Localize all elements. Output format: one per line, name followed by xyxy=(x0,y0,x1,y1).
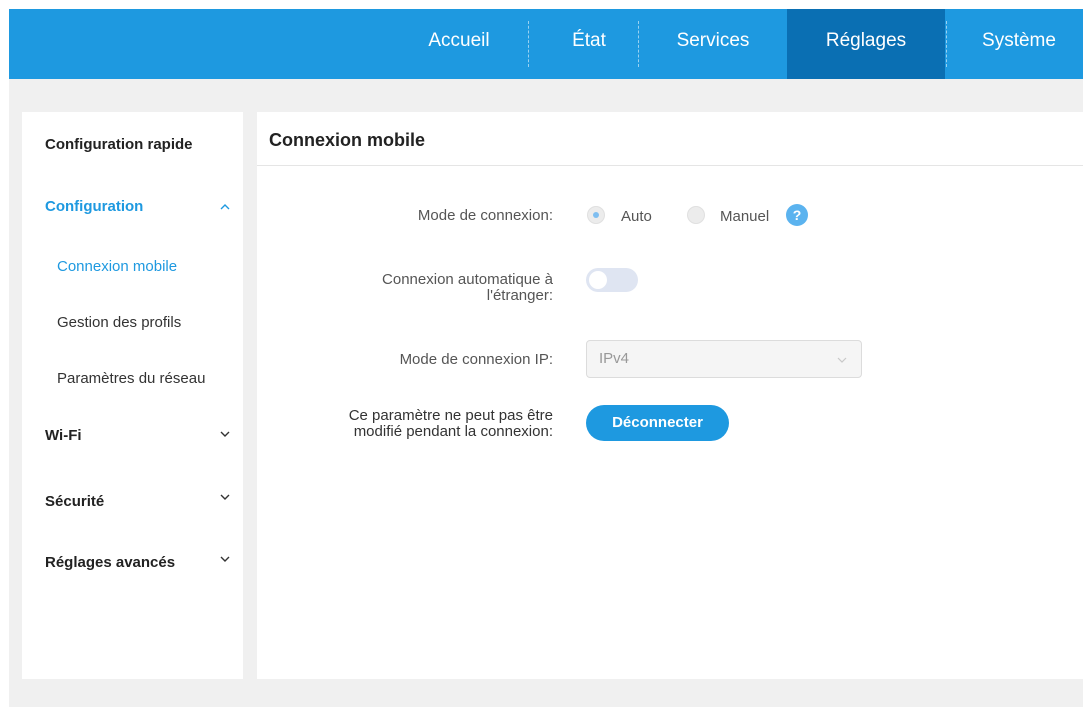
sidebar-item-configuration[interactable]: Configuration xyxy=(45,198,143,215)
sidebar-item-securite[interactable]: Sécurité xyxy=(45,493,104,510)
top-nav: Accueil État Services Réglages Système xyxy=(9,9,1083,79)
nav-separator xyxy=(528,21,529,67)
nav-etat[interactable]: État xyxy=(539,9,639,79)
sidebar-item-connexion-mobile[interactable]: Connexion mobile xyxy=(57,258,177,275)
notice-label: Ce paramètre ne peut pas être modifié pe… xyxy=(349,408,553,440)
chevron-down-icon[interactable] xyxy=(220,429,230,439)
ip-mode-value: IPv4 xyxy=(599,350,630,367)
roaming-label-line1: Connexion automatique à xyxy=(382,271,553,288)
roaming-label-line2: l'étranger: xyxy=(486,287,553,304)
sidebar-item-wifi[interactable]: Wi-Fi xyxy=(45,427,82,444)
chevron-down-icon[interactable] xyxy=(220,492,230,502)
ip-mode-select[interactable]: IPv4 xyxy=(586,340,862,378)
chevron-up-icon[interactable] xyxy=(220,202,230,212)
nav-systeme[interactable]: Système xyxy=(955,9,1083,79)
mode-auto-radio[interactable] xyxy=(587,206,605,224)
roaming-toggle[interactable] xyxy=(586,268,638,292)
title-divider xyxy=(257,165,1083,166)
help-icon[interactable]: ? xyxy=(786,204,808,226)
mode-manuel-radio[interactable] xyxy=(687,206,705,224)
ip-mode-label: Mode de connexion IP: xyxy=(399,351,553,368)
nav-separator xyxy=(638,21,639,67)
sidebar: Configuration rapide Configuration Conne… xyxy=(22,112,243,679)
mode-auto-label[interactable]: Auto xyxy=(621,208,652,225)
page-title: Connexion mobile xyxy=(269,130,426,150)
notice-line2: modifié pendant la connexion: xyxy=(353,423,553,440)
main-panel: Connexion mobile Mode de connexion: Auto… xyxy=(257,112,1083,679)
toggle-knob xyxy=(589,271,607,289)
sidebar-item-gestion-profils[interactable]: Gestion des profils xyxy=(57,314,181,331)
mode-connexion-label: Mode de connexion: xyxy=(417,207,553,224)
notice-line1: Ce paramètre ne peut pas être xyxy=(348,407,553,424)
mode-manuel-label[interactable]: Manuel xyxy=(720,208,769,225)
nav-accueil[interactable]: Accueil xyxy=(409,9,509,79)
nav-reglages[interactable]: Réglages xyxy=(787,9,945,79)
chevron-down-icon xyxy=(837,357,847,363)
disconnect-button[interactable]: Déconnecter xyxy=(586,405,729,441)
nav-services[interactable]: Services xyxy=(651,9,775,79)
sidebar-item-reglages-avances[interactable]: Réglages avancés xyxy=(45,554,175,571)
sidebar-item-parametres-reseau[interactable]: Paramètres du réseau xyxy=(57,370,205,387)
nav-separator xyxy=(946,21,947,67)
chevron-down-icon[interactable] xyxy=(220,554,230,564)
sidebar-item-quick-config[interactable]: Configuration rapide xyxy=(45,136,193,153)
top-navigation-bar: Accueil État Services Réglages Système xyxy=(9,9,1083,79)
roaming-label: Connexion automatique à l'étranger: xyxy=(382,272,553,304)
